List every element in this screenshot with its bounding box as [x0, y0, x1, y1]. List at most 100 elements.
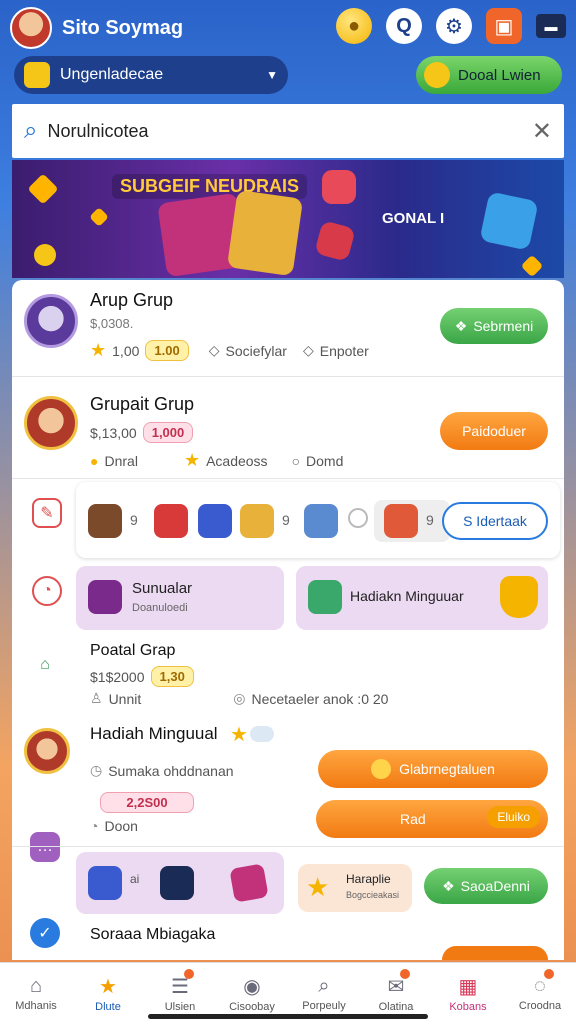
meta-label: Sociefylar [225, 342, 287, 359]
bear-icon: ◉ [243, 976, 261, 998]
grid-icon: ▦ [458, 976, 478, 998]
home-icon: ⌂ [29, 975, 43, 997]
claim-reward-button[interactable]: Glabrnegtaluen [318, 750, 548, 788]
rad-button-label: Rad [400, 811, 426, 827]
close-icon[interactable]: ✕ [532, 117, 552, 146]
coin-icon [29, 239, 61, 271]
harapile-card[interactable]: ★ Haraplie Bogccieakasi [298, 864, 412, 912]
tree-icon [308, 580, 342, 614]
apps-card[interactable]: ai [76, 852, 284, 914]
group-action-button[interactable]: Paidoduer [440, 412, 548, 450]
divider [12, 376, 564, 377]
group-price: $1$2000 [90, 668, 145, 685]
tab-grid[interactable]: ▦ Kobans [432, 963, 504, 1024]
join-group-button[interactable]: ❖ Sebrmeni [440, 308, 548, 344]
group-price: $,0308. [90, 316, 134, 331]
rad-button-badge: Eluiko [487, 806, 540, 828]
meta-label: Domd [306, 452, 344, 469]
avatar[interactable] [10, 7, 52, 49]
tab-label: Mdhanis [15, 1000, 57, 1012]
channel-selector[interactable]: Ungenladecae ▼ [14, 56, 288, 94]
box-icon [479, 191, 539, 251]
search-input[interactable]: Norulnicotea [47, 121, 148, 142]
chat-icon[interactable]: … [30, 832, 60, 862]
edit-icon[interactable]: ✎ [32, 498, 62, 528]
trophy-icon: ♙ [90, 690, 103, 706]
tab-label: Kobans [449, 1001, 487, 1013]
gem-icon [27, 173, 59, 205]
claim-reward-button-label: Glabrnegtaluen [399, 761, 495, 777]
save-donation-button-label: SaoaDenni [460, 878, 530, 894]
circle-icon: ○ [291, 452, 301, 469]
save-donation-button[interactable]: ❖ SaoaDenni [424, 868, 548, 904]
tab-dlute[interactable]: ★ Dlute [72, 963, 144, 1024]
promo-banner[interactable]: SUBGEIF NEUDRAIS GONAL I [12, 160, 564, 278]
house-icon[interactable]: ⌂ [30, 650, 60, 680]
search-bar[interactable]: ⌕ Norulnicotea ✕ [12, 104, 564, 158]
separator: 9 [426, 512, 434, 528]
app-tile-icon[interactable] [154, 504, 188, 538]
coin-icon [424, 62, 450, 88]
dice-icon [314, 220, 356, 262]
donate-button[interactable]: Dooal Lwien [416, 56, 562, 94]
star-icon: ★ [90, 340, 107, 360]
shield-badge-icon [24, 62, 50, 88]
app-tile-icon [160, 866, 194, 900]
tab-label: Ulsien [164, 1001, 196, 1013]
top-icons: ● Q ⚙ ▣ ▬ [336, 8, 566, 44]
q-icon[interactable]: Q [386, 8, 422, 44]
meta-label: Dnral [104, 452, 138, 469]
group-name: Arup Grup [90, 290, 174, 310]
app-tile-icon[interactable] [304, 504, 338, 538]
search-icon: ⌕ [318, 975, 330, 997]
coin-icon[interactable]: ● [336, 8, 372, 44]
tile-label: ai [130, 872, 140, 886]
shield-icon [500, 576, 538, 618]
hadiah-meta: ◔ Doon [90, 818, 138, 834]
tag-icon: ◇ [208, 342, 220, 358]
app-tile-icon[interactable] [88, 504, 122, 538]
check-icon[interactable]: ✓ [30, 918, 60, 948]
sunualar-card[interactable]: Sunualar Doanuloedi [76, 566, 284, 630]
tab-chat[interactable]: ◌ Croodna [504, 963, 576, 1024]
star-icon: ★ [230, 724, 248, 746]
channel-selector-label: Ungenladecae [60, 66, 164, 83]
hadiah-meta: ◷ Sumaka ohddnanan [90, 762, 234, 779]
search-icon: ⌕ [24, 117, 38, 144]
app-tile-icon[interactable] [198, 504, 232, 538]
coin-icon: ◎ [233, 690, 246, 706]
tab-home[interactable]: ⌂ Mdhanis [0, 963, 72, 1024]
group-name: Poatal Grap [90, 642, 176, 659]
avatar[interactable] [24, 728, 70, 774]
apps-row: 9 9 9 S Idertaak [76, 482, 560, 558]
bell-icon[interactable]: ◔ [32, 576, 62, 606]
meta-label: Acadeoss [206, 452, 268, 469]
gear-icon[interactable]: ⚙ [436, 8, 472, 44]
group-avatar[interactable] [24, 396, 78, 450]
partial-button[interactable] [442, 946, 548, 960]
meta-label: Unnit [108, 690, 142, 707]
card-subtitle: Bogccieakasi [346, 890, 400, 900]
section-title: Soraaa Mbiagaka [90, 926, 216, 943]
toggle[interactable] [250, 726, 274, 742]
coin-icon [371, 759, 392, 779]
card-title: Haraplie [346, 872, 391, 886]
identify-button[interactable]: S Idertaak [442, 502, 548, 540]
group-stats: ♙ Unnit ◎ Necetaeler anok :0 20 [90, 690, 388, 707]
gem-icon [520, 254, 544, 278]
clock-icon: ◷ [90, 762, 103, 778]
flag-icon[interactable]: ▬ [536, 14, 566, 38]
app-group-pill[interactable]: 9 [374, 500, 450, 542]
app-tile-icon[interactable] [240, 504, 274, 538]
hadiah-card[interactable]: Hadiakn Minguuar [296, 566, 548, 630]
rad-button[interactable]: Rad Eluiko [316, 800, 548, 838]
leaf-icon: ❖ [454, 317, 468, 334]
card-subtitle: Doanuloedi [132, 602, 188, 614]
gift-icon[interactable]: ▣ [486, 8, 522, 44]
app-tile-icon [88, 866, 122, 900]
meta-label: Doon [104, 818, 138, 834]
tab-label: Dlute [95, 1001, 121, 1013]
sparkle-icon [88, 580, 122, 614]
group-avatar[interactable] [24, 294, 78, 348]
chat-icon: ◌ [534, 975, 546, 997]
